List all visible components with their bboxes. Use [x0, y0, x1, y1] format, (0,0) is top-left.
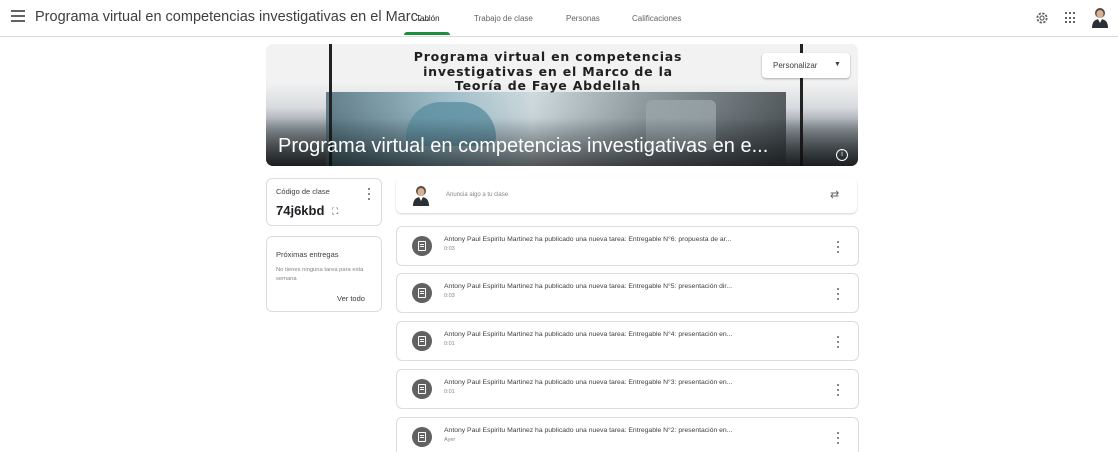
banner-heading: Programa virtual en competencias investi…	[358, 49, 738, 94]
kebab-icon[interactable]	[833, 288, 843, 300]
assignment-icon	[412, 236, 432, 256]
post-text: Antony Paul Espiritu Martinez ha publica…	[444, 427, 733, 434]
tab-trabajo-de-clase[interactable]: Trabajo de clase	[474, 14, 533, 23]
banner-heading-line: Teoría de Faye Abdellah	[454, 78, 642, 93]
post-text: Antony Paul Espiritu Martinez ha publica…	[444, 283, 732, 290]
post-text: Antony Paul Espiritu Martinez ha publica…	[444, 331, 733, 338]
customize-label: Personalizar	[773, 61, 818, 70]
post-time: 0:03	[444, 246, 455, 252]
upcoming-title: Próximas entregas	[276, 250, 339, 259]
class-code-value: 74j6kbd	[276, 203, 325, 218]
class-code-card: Código de clase 74j6kbd ⛶	[266, 178, 382, 226]
class-code-label: Código de clase	[276, 187, 330, 196]
stream-post[interactable]: Antony Paul Espiritu Martinez ha publica…	[396, 369, 859, 409]
kebab-icon[interactable]	[833, 241, 843, 253]
banner-title: Programa virtual en competencias investi…	[278, 135, 769, 157]
post-text: Antony Paul Espiritu Martinez ha publica…	[444, 236, 732, 243]
tab-personas[interactable]: Personas	[566, 14, 600, 23]
kebab-icon[interactable]	[833, 432, 843, 444]
gear-icon[interactable]	[1035, 11, 1049, 25]
banner-heading-line: Programa virtual en competencias	[413, 49, 683, 64]
assignment-icon	[412, 427, 432, 447]
stream-post[interactable]: Antony Paul Espiritu Martinez ha publica…	[396, 273, 859, 313]
fullscreen-icon[interactable]: ⛶	[332, 206, 338, 217]
caret-down-icon: ▼	[834, 61, 841, 68]
apps-grid-icon[interactable]	[1065, 12, 1077, 24]
banner-heading-line: investigativas en el Marco de la	[423, 63, 673, 79]
assignment-icon	[412, 379, 432, 399]
assignment-icon	[412, 283, 432, 303]
announce-placeholder[interactable]: Anuncia algo a tu clase	[446, 192, 508, 198]
class-banner: Programa virtual en competencias investi…	[266, 44, 858, 166]
customize-button[interactable]: Personalizar ▼	[762, 53, 850, 78]
tab-calificaciones[interactable]: Calificaciones	[632, 14, 681, 23]
upcoming-empty-message: No tienes ninguna tarea para esta semana	[276, 267, 364, 282]
kebab-icon[interactable]	[833, 336, 843, 348]
repost-icon[interactable]: ⇄	[830, 188, 839, 201]
avatar	[413, 186, 429, 206]
avatar[interactable]	[1089, 6, 1111, 28]
stream-post[interactable]: Antony Paul Espiritu Martinez ha publica…	[396, 417, 859, 452]
kebab-icon[interactable]	[833, 384, 843, 396]
post-time: Ayer	[444, 437, 456, 443]
post-time: 0:03	[444, 293, 455, 299]
tab-tablon[interactable]: Tablón	[416, 14, 440, 23]
top-bar: Programa virtual en competencias investi…	[0, 0, 1118, 37]
class-title: Programa virtual en competencias investi…	[35, 9, 430, 25]
post-text: Antony Paul Espiritu Martinez ha publica…	[444, 379, 733, 386]
stream-post[interactable]: Antony Paul Espiritu Martinez ha publica…	[396, 226, 859, 266]
info-icon[interactable]: i	[836, 149, 848, 161]
assignment-icon	[412, 331, 432, 351]
announce-box[interactable]: Anuncia algo a tu clase ⇄	[396, 178, 857, 213]
post-time: 0:01	[444, 341, 455, 347]
kebab-icon[interactable]	[364, 188, 374, 200]
stream-post[interactable]: Antony Paul Espiritu Martinez ha publica…	[396, 321, 859, 361]
active-tab-indicator	[404, 32, 450, 35]
view-all-link[interactable]: Ver todo	[337, 294, 365, 303]
menu-icon[interactable]	[11, 10, 25, 22]
upcoming-card: Próximas entregas No tienes ninguna tare…	[266, 236, 382, 312]
post-time: 0:01	[444, 389, 455, 395]
